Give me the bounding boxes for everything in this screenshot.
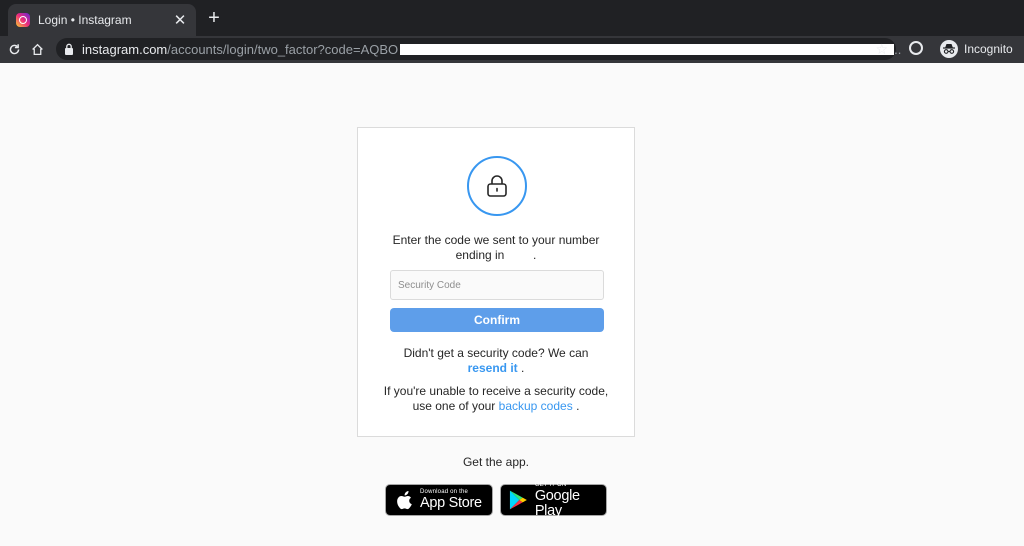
resend-period: .: [521, 361, 525, 375]
get-the-app-text: Get the app.: [462, 455, 530, 469]
instruction-line-2: ending in .: [378, 248, 614, 263]
reload-icon[interactable]: [4, 39, 24, 59]
google-play-logo-icon: [509, 490, 527, 510]
google-play-badge[interactable]: GET IT ON Google Play: [500, 482, 607, 518]
resend-link[interactable]: resend it: [468, 361, 518, 375]
security-code-input[interactable]: [390, 270, 604, 300]
backup-codes-link[interactable]: backup codes: [499, 399, 573, 413]
backup-line-1: If you're unable to receive a security c…: [383, 384, 609, 398]
two-factor-card: Enter the code we sent to your number en…: [357, 127, 635, 437]
url-path: /accounts/login/two_factor?code=AQBO: [167, 41, 399, 57]
backup-line-2: use one of your backup codes .: [374, 399, 618, 414]
lock-icon: [65, 43, 73, 55]
url-host: instagram.com: [82, 41, 168, 57]
backup-codes-text: If you're unable to receive a security c…: [374, 384, 618, 414]
confirm-button[interactable]: Confirm: [390, 308, 604, 332]
google-play-big-text: Google Play: [534, 488, 580, 519]
backup-period: .: [576, 399, 580, 413]
padlock-icon: [487, 175, 507, 197]
backup-prefix: use one of your: [412, 399, 496, 413]
resend-prefix: Didn't get a security code? We can: [403, 346, 589, 360]
bookmark-star-icon[interactable]: ☆: [875, 41, 888, 58]
google-play-badge-text: GET IT ON Google Play: [535, 482, 606, 518]
instruction-period: .: [533, 248, 537, 262]
tab-title: Login • Instagram: [38, 13, 132, 27]
browser-tab-strip: Login • Instagram ✕ +: [0, 0, 1024, 36]
instruction-ending-in: ending in: [455, 248, 505, 262]
close-tab-icon[interactable]: ✕: [172, 11, 188, 29]
instruction-line-1: Enter the code we sent to your number: [392, 233, 600, 247]
incognito-label: Incognito: [964, 42, 1013, 56]
url-redaction: [400, 43, 895, 55]
code-instructions: Enter the code we sent to your number en…: [378, 233, 614, 263]
app-store-badge[interactable]: Download on the App Store: [385, 484, 493, 516]
new-tab-button[interactable]: +: [203, 8, 225, 30]
resend-line-2: resend it .: [378, 361, 614, 376]
resend-code-text: Didn't get a security code? We can resen…: [378, 346, 614, 376]
lock-icon-circle: [467, 156, 527, 216]
app-store-big-text: App Store: [420, 495, 482, 512]
app-store-badge-text: Download on the App Store: [420, 489, 482, 511]
extension-icon[interactable]: [909, 41, 923, 55]
address-bar[interactable]: instagram.com/accounts/login/two_factor?…: [56, 38, 901, 60]
browser-tab[interactable]: Login • Instagram ✕: [8, 4, 196, 36]
url-text: instagram.com/accounts/login/two_factor?…: [82, 42, 901, 57]
url-trailing: ..: [894, 41, 902, 57]
incognito-icon: [940, 40, 958, 58]
incognito-profile-button[interactable]: Incognito: [940, 38, 1013, 60]
apple-logo-icon: [397, 491, 412, 510]
instagram-favicon-icon: [16, 13, 30, 27]
browser-toolbar: instagram.com/accounts/login/two_factor?…: [0, 36, 1024, 63]
home-icon[interactable]: [27, 39, 47, 59]
